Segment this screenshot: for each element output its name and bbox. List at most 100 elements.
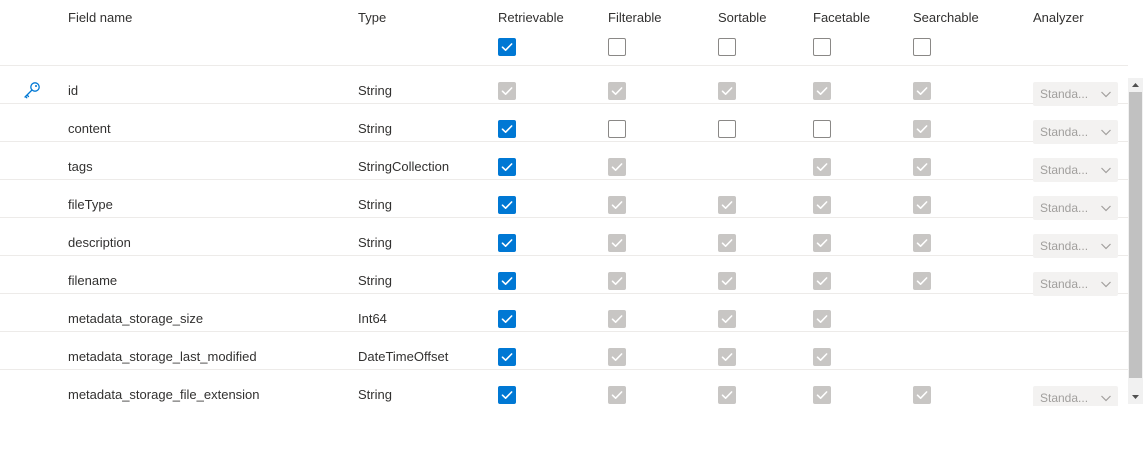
analyzer-dropdown[interactable]: Standa... <box>1033 82 1118 106</box>
table-row: fileType String Standa... <box>0 180 1128 220</box>
vertical-scrollbar[interactable] <box>1128 78 1143 404</box>
retrievable-checkbox[interactable] <box>498 272 516 290</box>
checkmark-icon <box>816 87 828 95</box>
checkbox-box[interactable] <box>498 272 516 290</box>
checkmark-icon <box>501 315 513 323</box>
column-header-filterable: Filterable <box>608 10 662 25</box>
checkbox-box[interactable] <box>498 120 516 138</box>
checkbox-box[interactable] <box>498 348 516 366</box>
chevron-down-icon <box>1100 278 1112 293</box>
checkmark-icon <box>816 315 828 323</box>
checkbox-box[interactable] <box>498 234 516 252</box>
checkbox-box[interactable] <box>498 386 516 404</box>
checkbox-box[interactable] <box>913 38 931 56</box>
sortable-checkbox[interactable] <box>718 120 736 138</box>
scroll-down-arrow-icon[interactable] <box>1128 390 1143 404</box>
chevron-down-icon <box>1100 126 1112 141</box>
checkmark-icon <box>816 201 828 209</box>
checkmark-icon <box>501 201 513 209</box>
checkmark-icon <box>501 239 513 247</box>
filterable-checkbox <box>608 158 626 176</box>
table-row: filename String Standa... <box>0 256 1128 296</box>
retrievable-checkbox[interactable] <box>498 196 516 214</box>
checkmark-icon <box>816 277 828 285</box>
table-row: metadata_storage_last_modified DateTimeOf… <box>0 332 1128 370</box>
field-type-cell: String <box>358 273 392 288</box>
searchable-checkbox <box>913 272 931 290</box>
checkmark-icon <box>611 315 623 323</box>
filterable-checkbox <box>608 196 626 214</box>
column-header-facetable: Facetable <box>813 10 871 25</box>
checkbox-box <box>913 386 931 404</box>
scroll-up-arrow-icon[interactable] <box>1128 78 1143 92</box>
analyzer-value: Standa... <box>1040 391 1089 405</box>
filterable-checkbox[interactable] <box>608 120 626 138</box>
checkmark-icon <box>816 239 828 247</box>
checkbox-box <box>913 272 931 290</box>
retrievable-checkbox[interactable] <box>498 310 516 328</box>
checkmark-icon <box>916 87 928 95</box>
checkmark-icon <box>501 391 513 399</box>
field-name-cell: content <box>68 121 111 136</box>
filterable-checkbox <box>608 386 626 404</box>
checkbox-box <box>913 196 931 214</box>
checkmark-icon <box>816 163 828 171</box>
field-name-cell: metadata_storage_last_modified <box>68 349 257 364</box>
filterable-checkbox <box>608 348 626 366</box>
facetable-checkbox <box>813 348 831 366</box>
checkbox-box[interactable] <box>608 120 626 138</box>
checkmark-icon <box>721 315 733 323</box>
checkbox-box <box>913 234 931 252</box>
filterable-checkbox <box>608 272 626 290</box>
checkbox-box[interactable] <box>498 310 516 328</box>
retrievable-checkbox[interactable] <box>498 234 516 252</box>
select-all-retrievable-checkbox[interactable] <box>498 38 516 56</box>
select-all-filterable-checkbox[interactable] <box>608 38 626 56</box>
select-all-sortable-checkbox[interactable] <box>718 38 736 56</box>
column-header-type: Type <box>358 10 387 25</box>
analyzer-dropdown[interactable]: Standa... <box>1033 196 1118 220</box>
checkbox-box <box>913 82 931 100</box>
analyzer-dropdown[interactable]: Standa... <box>1033 386 1118 406</box>
retrievable-checkbox[interactable] <box>498 158 516 176</box>
checkbox-box[interactable] <box>813 38 831 56</box>
checkmark-icon <box>501 277 513 285</box>
column-header-field-name: Field name <box>68 10 133 25</box>
checkbox-box[interactable] <box>498 196 516 214</box>
retrievable-checkbox[interactable] <box>498 348 516 366</box>
analyzer-value: Standa... <box>1040 125 1089 139</box>
checkbox-box[interactable] <box>813 120 831 138</box>
checkbox-box <box>608 234 626 252</box>
checkbox-box <box>813 348 831 366</box>
sortable-checkbox <box>718 82 736 100</box>
checkbox-box <box>608 82 626 100</box>
chevron-down-icon <box>1100 164 1112 179</box>
analyzer-value: Standa... <box>1040 163 1089 177</box>
checkmark-icon <box>611 239 623 247</box>
analyzer-dropdown[interactable]: Standa... <box>1033 234 1118 258</box>
analyzer-dropdown[interactable]: Standa... <box>1033 272 1118 296</box>
retrievable-checkbox[interactable] <box>498 120 516 138</box>
analyzer-dropdown[interactable]: Standa... <box>1033 158 1118 182</box>
checkbox-box[interactable] <box>608 38 626 56</box>
select-all-searchable-checkbox[interactable] <box>913 38 931 56</box>
field-type-cell: String <box>358 121 392 136</box>
sortable-checkbox <box>718 234 736 252</box>
retrievable-checkbox[interactable] <box>498 386 516 404</box>
checkbox-box[interactable] <box>498 158 516 176</box>
checkbox-box <box>608 272 626 290</box>
sortable-checkbox <box>718 310 736 328</box>
searchable-checkbox <box>913 158 931 176</box>
field-name-cell: metadata_storage_size <box>68 311 204 326</box>
checkbox-box[interactable] <box>718 38 736 56</box>
checkbox-box <box>813 158 831 176</box>
select-all-facetable-checkbox[interactable] <box>813 38 831 56</box>
facetable-checkbox <box>813 82 831 100</box>
checkbox-box[interactable] <box>718 120 736 138</box>
checkbox-box[interactable] <box>498 38 516 56</box>
facetable-checkbox[interactable] <box>813 120 831 138</box>
checkbox-box <box>813 82 831 100</box>
analyzer-dropdown[interactable]: Standa... <box>1033 120 1118 144</box>
column-header-sortable: Sortable <box>718 10 767 25</box>
scrollbar-thumb[interactable] <box>1129 92 1142 378</box>
